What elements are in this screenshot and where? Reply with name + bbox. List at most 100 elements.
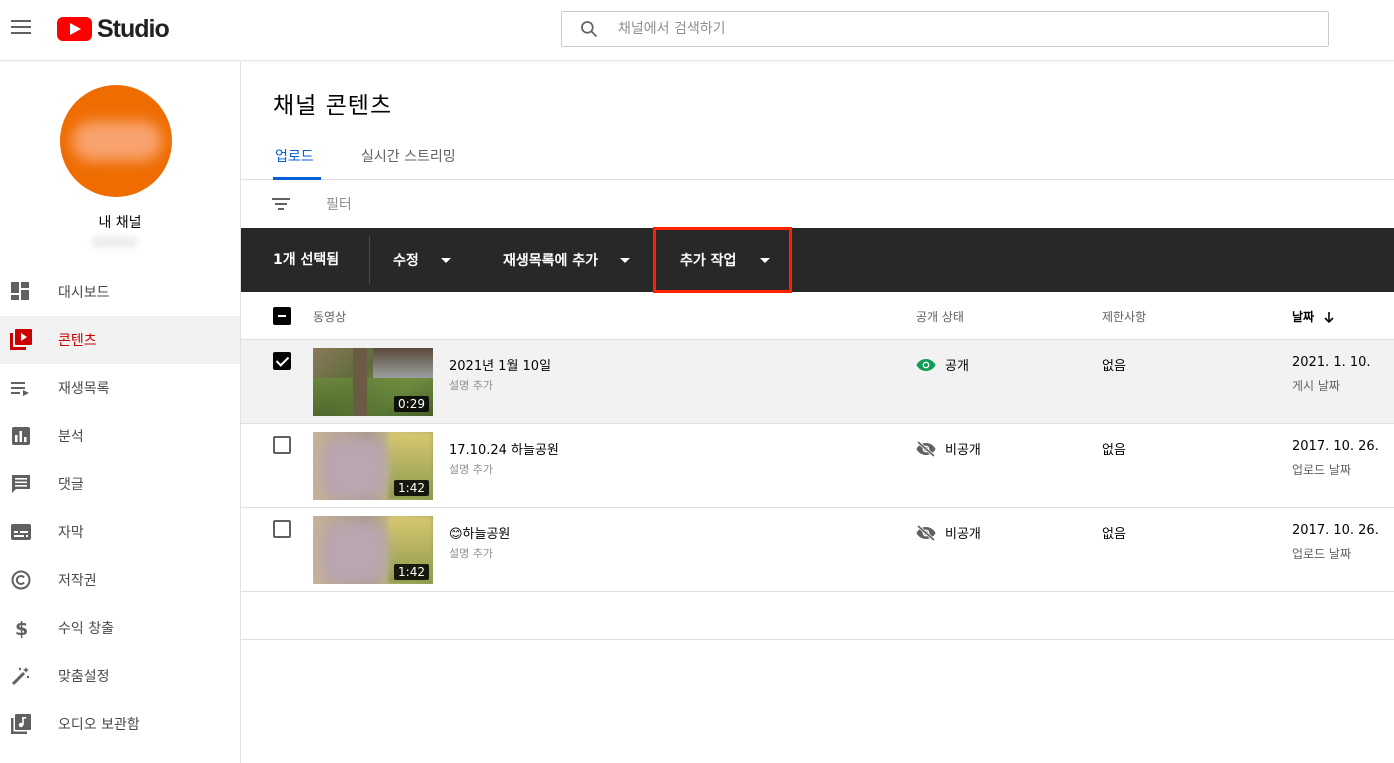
table-row[interactable]: 1:42 😊하늘공원 설명 추가 비공개 없음 2017. 10. 26. 업로… [241,508,1394,592]
copyright-icon [10,569,32,591]
row-checkbox[interactable] [273,352,291,370]
filter-input[interactable]: 필터 [326,194,352,214]
visibility-status[interactable]: 공개 [916,355,969,374]
channel-name-blurred [92,236,138,248]
channel-label: 내 채널 [98,215,142,231]
date-type: 게시 날짜 [1292,379,1340,393]
video-description: 설명 추가 [449,463,493,476]
top-header: Studio [0,0,1394,61]
select-all-checkbox[interactable] [273,307,291,325]
subtitles-icon [10,521,32,543]
arrow-down-icon [1324,311,1334,323]
youtube-play-icon [57,17,92,41]
divider [369,236,370,284]
date-type: 업로드 날짜 [1292,547,1352,561]
search-icon [581,21,598,38]
table-row[interactable]: 1:42 17.10.24 하늘공원 설명 추가 비공개 없음 2017. 10… [241,424,1394,508]
menu-icon[interactable] [11,20,31,36]
magic-wand-icon [10,665,32,687]
sidebar-item-label: 분석 [58,429,84,445]
edit-label: 수정 [393,253,419,269]
sidebar-item-label: 자막 [58,525,84,541]
column-restrictions: 제한사항 [1102,310,1147,324]
video-title[interactable]: 2021년 1월 10일 [449,355,551,374]
page-title: 채널 콘텐츠 [273,93,393,119]
video-thumbnail[interactable]: 0:29 [313,348,433,416]
video-thumbnail[interactable]: 1:42 [313,516,433,584]
sidebar-item-analytics[interactable]: 분석 [0,412,240,460]
eye-off-icon [916,440,936,457]
dashboard-icon [10,281,32,303]
search-input[interactable] [618,21,1278,37]
sidebar-item-dashboard[interactable]: 대시보드 [0,268,240,316]
caret-down-icon [620,257,631,263]
analytics-icon [10,425,32,447]
edit-dropdown-button[interactable]: 수정 [393,228,451,292]
date-value: 2021. 1. 10. [1292,355,1371,370]
visibility-label: 비공개 [945,527,981,542]
eye-icon [916,358,936,371]
studio-logo[interactable]: Studio [57,14,170,43]
content-icon [10,329,32,351]
sidebar-nav: 대시보드 콘텐츠 재생목록 분석 댓글 자막 저작권 $ 수익 창출 맞춤설정 … [0,268,240,748]
tab-live-streaming[interactable]: 실시간 스트리밍 [361,146,456,166]
svg-text:$: $ [15,618,28,638]
video-title[interactable]: 😊하늘공원 [449,523,510,542]
sidebar-item-comments[interactable]: 댓글 [0,460,240,508]
sidebar-item-playlists[interactable]: 재생목록 [0,364,240,412]
video-description: 설명 추가 [449,547,493,560]
add-to-playlist-dropdown-button[interactable]: 재생목록에 추가 [503,228,631,292]
table-row[interactable]: 0:29 2021년 1월 10일 설명 추가 공개 없음 2021. 1. 1… [241,340,1394,424]
eye-off-icon [916,524,936,541]
dollar-icon: $ [10,617,32,639]
bulk-action-bar: 1개 선택됨 수정 재생목록에 추가 추가 작업 [241,227,1394,293]
channel-avatar[interactable] [60,85,172,197]
video-description: 설명 추가 [449,379,493,392]
column-date-label: 날짜 [1292,310,1315,324]
restrictions-value: 없음 [1102,443,1126,458]
sidebar-item-label: 저작권 [58,573,97,589]
tab-uploads[interactable]: 업로드 [275,146,314,166]
sidebar-item-content[interactable]: 콘텐츠 [0,316,240,364]
sidebar-item-label: 재생목록 [58,381,110,397]
sidebar-item-label: 수익 창출 [58,621,114,637]
filter-icon[interactable] [272,197,290,211]
restrictions-value: 없음 [1102,527,1126,542]
audio-library-icon [10,713,32,735]
sidebar-item-subtitles[interactable]: 자막 [0,508,240,556]
video-thumbnail[interactable]: 1:42 [313,432,433,500]
search-box[interactable] [561,11,1329,47]
row-checkbox[interactable] [273,520,291,538]
column-date-sort[interactable]: 날짜 [1292,308,1336,325]
comments-icon [10,473,32,495]
visibility-label: 공개 [945,359,969,374]
column-video: 동영상 [313,310,347,324]
logo-text: Studio [97,14,170,43]
tab-bar: 업로드 실시간 스트리밍 [241,132,1394,180]
main-content: 채널 콘텐츠 업로드 실시간 스트리밍 필터 1개 선택됨 수정 재생목록에 추… [241,62,1394,763]
sidebar-item-audio-library[interactable]: 오디오 보관함 [0,700,240,748]
visibility-status[interactable]: 비공개 [916,439,981,458]
date-type: 업로드 날짜 [1292,463,1352,477]
video-title[interactable]: 17.10.24 하늘공원 [449,439,559,458]
sidebar-item-copyright[interactable]: 저작권 [0,556,240,604]
row-checkbox[interactable] [273,436,291,454]
table-footer [241,592,1394,640]
caret-down-icon [760,257,771,263]
filter-bar: 필터 [241,180,1394,228]
sidebar-item-label: 오디오 보관함 [58,717,140,733]
column-visibility: 공개 상태 [916,310,964,324]
sidebar-item-customization[interactable]: 맞춤설정 [0,652,240,700]
more-actions-label: 추가 작업 [680,253,737,269]
video-duration: 0:29 [394,396,429,412]
add-to-playlist-label: 재생목록에 추가 [503,253,599,269]
sidebar-item-monetization[interactable]: $ 수익 창출 [0,604,240,652]
playlist-icon [10,377,32,399]
sidebar: 내 채널 대시보드 콘텐츠 재생목록 분석 댓글 자막 저작권 $ 수익 창출 … [0,62,241,763]
sidebar-item-label: 댓글 [58,477,84,493]
more-actions-dropdown-button[interactable]: 추가 작업 [653,227,792,293]
sidebar-item-label: 콘텐츠 [58,333,97,349]
visibility-status[interactable]: 비공개 [916,523,981,542]
video-duration: 1:42 [394,564,429,580]
visibility-label: 비공개 [945,443,981,458]
